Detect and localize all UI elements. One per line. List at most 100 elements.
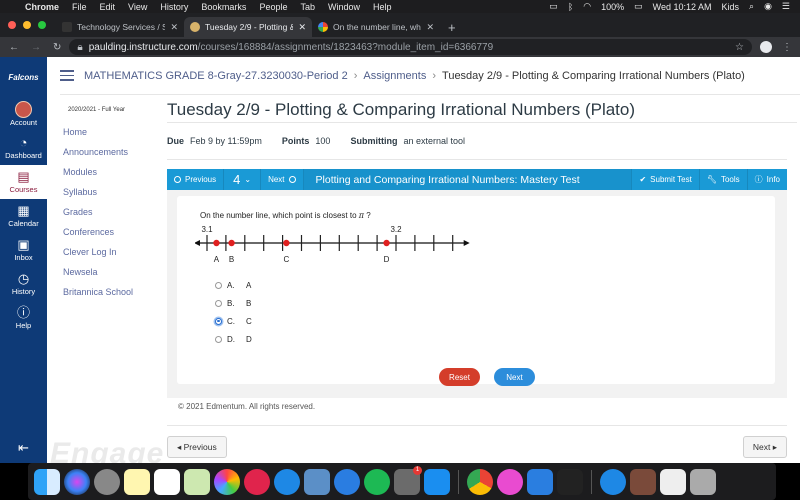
dock-safari-icon[interactable] — [334, 468, 360, 495]
profile-avatar-icon[interactable] — [760, 41, 772, 53]
course-nav-britannica[interactable]: Britannica School — [63, 282, 163, 302]
breadcrumb-course[interactable]: MATHEMATICS GRADE 8-Gray-27.3230030-Peri… — [84, 70, 348, 82]
dock-reminders-icon[interactable] — [154, 468, 180, 495]
menu-edit[interactable]: Edit — [100, 2, 116, 12]
address-bar[interactable]: 🔒︎ paulding.instructure.com/courses/1688… — [69, 39, 752, 55]
bookmark-star-icon[interactable]: ☆ — [735, 42, 744, 53]
radio-b[interactable] — [215, 299, 222, 307]
dock-roblox-icon[interactable] — [424, 468, 450, 495]
tab-technology-services[interactable]: Technology Services / Student ✕ — [56, 17, 184, 37]
dock-photo-booth-icon[interactable] — [630, 468, 656, 495]
clock[interactable]: Wed 10:12 AM — [653, 2, 712, 12]
dock-spotify-icon[interactable] — [364, 468, 390, 495]
next-question-button[interactable]: Next — [261, 169, 304, 190]
breadcrumb-assignments[interactable]: Assignments — [363, 70, 426, 82]
battery-icon[interactable]: ▭ — [634, 1, 643, 12]
radio-c[interactable] — [215, 317, 222, 325]
dock-chrome-icon[interactable] — [467, 468, 493, 495]
menu-tab[interactable]: Tab — [300, 2, 315, 12]
menu-view[interactable]: View — [128, 2, 147, 12]
user-name[interactable]: Kids — [722, 2, 740, 12]
close-tab-icon[interactable]: ✕ — [298, 22, 306, 33]
back-icon[interactable]: ← — [9, 42, 19, 53]
global-nav-calendar[interactable]: ▦ Calendar — [0, 199, 47, 233]
answer-option-c[interactable]: C. C — [215, 312, 252, 330]
battery-percent[interactable]: 100% — [601, 2, 624, 12]
course-nav-newsela[interactable]: Newsela — [63, 262, 163, 282]
close-tab-icon[interactable]: ✕ — [170, 22, 178, 33]
dock-itunes-icon[interactable] — [497, 468, 523, 495]
next-button[interactable]: Next — [494, 368, 535, 386]
tab-assignment[interactable]: Tuesday 2/9 - Plotting & Comp ✕ — [184, 17, 312, 37]
course-nav-syllabus[interactable]: Syllabus — [63, 182, 163, 202]
global-nav-courses[interactable]: ▤ Courses — [0, 165, 47, 199]
wifi-icon[interactable]: ◠ — [583, 1, 591, 12]
dock-preview-icon[interactable] — [304, 468, 330, 495]
dock-png-file-icon[interactable] — [660, 468, 686, 495]
submit-test-button[interactable]: ✔︎ Submit Test — [631, 169, 698, 190]
spotlight-icon[interactable]: ⌕ — [749, 1, 754, 12]
dock-finder-icon[interactable] — [34, 468, 60, 495]
menu-file[interactable]: File — [72, 2, 87, 12]
menu-history[interactable]: History — [160, 2, 188, 12]
zoom-window-button[interactable] — [38, 21, 46, 29]
reload-icon[interactable]: ↻ — [53, 42, 61, 53]
close-tab-icon[interactable]: ✕ — [426, 22, 434, 33]
menu-bookmarks[interactable]: Bookmarks — [201, 2, 246, 12]
hamburger-menu-icon[interactable] — [60, 70, 74, 81]
dock-launchpad-icon[interactable] — [94, 468, 120, 495]
menu-people[interactable]: People — [259, 2, 287, 12]
global-nav-dashboard[interactable]: ◔ Dashboard — [0, 131, 47, 165]
airplay-icon[interactable]: ▭ — [549, 1, 558, 12]
radio-a[interactable] — [215, 281, 222, 289]
tools-button[interactable]: 🔧︎ Tools — [698, 169, 747, 190]
dock-photos-icon[interactable] — [214, 468, 240, 495]
school-logo[interactable]: Falcons — [0, 57, 47, 97]
menu-window[interactable]: Window — [328, 2, 360, 12]
divider — [167, 425, 787, 426]
forward-icon[interactable]: → — [31, 42, 41, 53]
dock-globe-icon[interactable] — [600, 468, 626, 495]
dock-news-icon[interactable] — [244, 468, 270, 495]
answer-option-b[interactable]: B. B — [215, 294, 252, 312]
dock-bluetooth-file-exchange-icon[interactable] — [527, 468, 553, 495]
dock-notes-icon[interactable] — [124, 468, 150, 495]
reset-button[interactable]: Reset — [439, 368, 480, 386]
global-nav-history[interactable]: ◷ History — [0, 267, 47, 301]
module-next-button[interactable]: Next ▸ — [742, 436, 787, 458]
dock-projector-icon[interactable] — [557, 468, 583, 495]
dock-siri-icon[interactable] — [64, 468, 90, 495]
minimize-window-button[interactable] — [23, 21, 31, 29]
previous-question-button[interactable]: Previous — [167, 169, 225, 190]
course-nav-conferences[interactable]: Conferences — [63, 222, 163, 242]
collapse-nav-icon[interactable]: ⇤ — [0, 433, 47, 463]
radio-d[interactable] — [215, 335, 222, 343]
dock-system-preferences-icon[interactable]: 1 — [394, 465, 422, 495]
notification-center-icon[interactable]: ☰ — [782, 1, 790, 12]
global-nav-help[interactable]: ⓘ Help — [0, 301, 47, 335]
answer-option-a[interactable]: A. A — [215, 276, 252, 294]
browser-menu-icon[interactable]: ⋮ — [782, 42, 792, 53]
course-nav-clever[interactable]: Clever Log In — [63, 242, 163, 262]
tab-google-search[interactable]: On the number line, which poin ✕ — [312, 17, 440, 37]
course-nav-modules[interactable]: Modules — [63, 162, 163, 182]
siri-icon[interactable]: ◉ — [764, 1, 772, 12]
menu-app-name[interactable]: Chrome — [25, 2, 59, 12]
answer-option-d[interactable]: D. D — [215, 330, 252, 348]
browser-tab-strip: Technology Services / Student ✕ Tuesday … — [0, 13, 800, 37]
question-number-dropdown[interactable]: 4 ⌄ — [224, 169, 262, 190]
global-nav-inbox[interactable]: ▣ Inbox — [0, 233, 47, 267]
dock-trash-icon[interactable] — [690, 468, 716, 495]
close-window-button[interactable] — [8, 21, 16, 29]
global-nav-account[interactable]: Account — [0, 97, 47, 131]
info-button[interactable]: ⓘ Info — [746, 169, 787, 190]
dock-maps-icon[interactable] — [184, 468, 210, 495]
course-nav-grades[interactable]: Grades — [63, 202, 163, 222]
menu-help[interactable]: Help — [373, 2, 392, 12]
module-previous-button[interactable]: ◂ Previous — [167, 436, 227, 458]
dock-app-store-icon[interactable] — [274, 468, 300, 495]
new-tab-button[interactable]: + — [440, 17, 464, 37]
bluetooth-icon[interactable]: ᛒ — [568, 2, 573, 12]
course-nav-home[interactable]: Home — [63, 122, 163, 142]
course-nav-announcements[interactable]: Announcements — [63, 142, 163, 162]
